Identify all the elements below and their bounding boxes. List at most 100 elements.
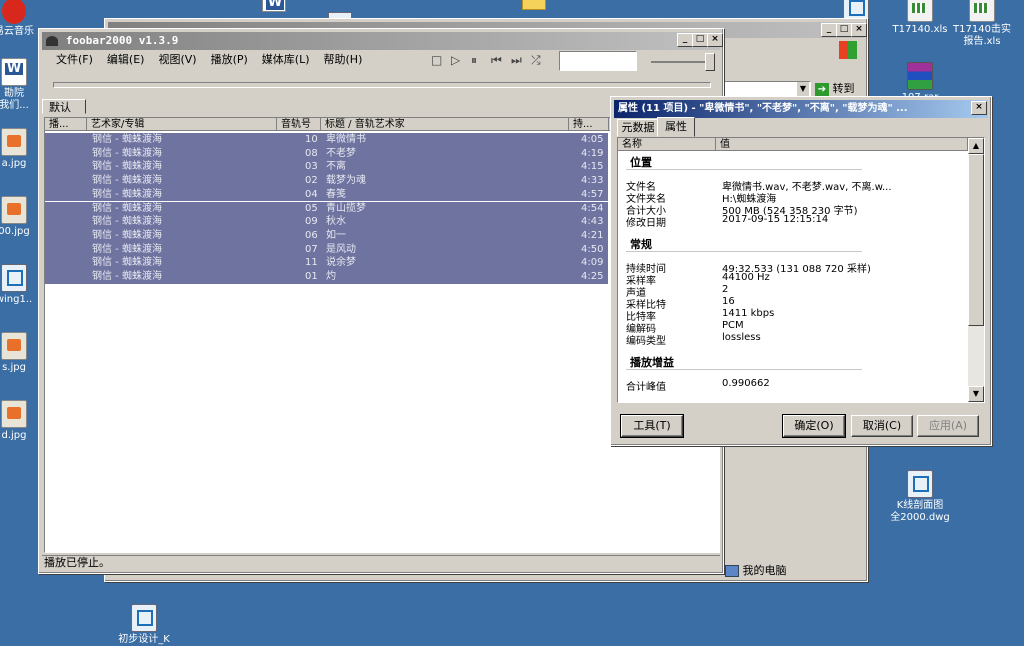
playlist-row[interactable]: 钢信 - 蜘蛛渡海 01 灼 4:25 <box>45 270 608 284</box>
cell-title: 如一 <box>326 229 346 241</box>
menu-file[interactable]: 文件(F) <box>49 51 100 69</box>
seek-bar[interactable] <box>53 82 711 88</box>
cell-title: 说余梦 <box>326 257 356 269</box>
tab-default[interactable]: 默认 <box>42 99 86 114</box>
playlist-row[interactable]: 钢信 - 蜘蛛渡海 05 青山揽梦 4:54 <box>45 201 608 216</box>
cell-track-number: 04 <box>305 188 318 200</box>
property-value[interactable]: 2 <box>722 284 728 295</box>
menu-edit[interactable]: 编辑(E) <box>100 51 152 69</box>
column-header-value[interactable]: 值 <box>716 138 968 151</box>
close-button[interactable]: × <box>851 23 867 37</box>
volume-slider[interactable] <box>649 51 715 71</box>
menu-playback[interactable]: 播放(P) <box>204 51 255 69</box>
playlist-row[interactable]: 钢信 - 蜘蛛渡海 10 卑微情书 4:05 <box>45 133 608 147</box>
music-icon <box>2 0 26 24</box>
section-divider <box>626 369 862 370</box>
cell-artist-album: 钢信 - 蜘蛛渡海 <box>92 134 162 145</box>
scroll-up-icon[interactable]: ▲ <box>968 138 984 154</box>
cell-artist-album: 钢信 - 蜘蛛渡海 <box>92 175 162 187</box>
playlist-row[interactable]: 钢信 - 蜘蛛渡海 08 不老梦 4:19 <box>45 146 608 161</box>
foobar-titlebar[interactable]: foobar2000 v1.3.9 <box>42 32 720 50</box>
explorer-scrollbar[interactable] <box>845 449 861 561</box>
excel-file-icon <box>907 0 933 22</box>
doc-top-icon[interactable] <box>262 0 286 12</box>
column-header-artist-album[interactable]: 艺术家/专辑 <box>87 118 277 131</box>
playlist-row[interactable]: 钢信 - 蜘蛛渡海 03 不离 4:15 <box>45 160 608 175</box>
maximize-button[interactable]: □ <box>836 23 852 37</box>
cell-duration: 4:57 <box>581 188 604 200</box>
properties-scrollbar[interactable]: ▲ ▼ <box>968 138 984 402</box>
xls-file-icon-2[interactable]: T17140击实 报告.xls <box>952 0 1012 48</box>
dwg-file-icon-3[interactable]: K线剖面图 全2000.dwg <box>886 470 954 524</box>
property-value[interactable]: PCM <box>722 320 744 331</box>
folder-top-icon[interactable] <box>522 0 546 10</box>
properties-list[interactable]: 名称 值 位置 文件名 卑微情书.wav, 不老梦.wav, 不离.w... 文件夹名… <box>617 137 985 403</box>
tab-properties[interactable]: 属性 <box>657 117 695 137</box>
playback-order-dropdown[interactable] <box>559 51 637 71</box>
ok-button[interactable]: 确定(O) <box>782 414 846 438</box>
cad-file-icon <box>1 264 27 292</box>
cell-track-number: 06 <box>305 229 318 241</box>
playlist-row[interactable]: 钢信 - 蜘蛛渡海 09 秋水 4:43 <box>45 215 608 229</box>
property-value[interactable]: 16 <box>722 296 735 307</box>
go-arrow-icon: ➔ <box>815 83 829 97</box>
cell-duration: 4:19 <box>581 147 604 159</box>
my-computer-icon <box>725 565 739 577</box>
play-icon[interactable]: ▷ <box>451 53 460 67</box>
apply-button[interactable]: 应用(A) <box>917 415 979 437</box>
column-header-title[interactable]: 标题 / 音轨艺术家 <box>321 118 569 131</box>
menu-view[interactable]: 视图(V) <box>151 51 203 69</box>
property-value[interactable]: lossless <box>722 332 761 343</box>
playlist-row[interactable]: 钢信 - 蜘蛛渡海 02 载梦为魂 4:33 <box>45 174 608 188</box>
cell-artist-album: 钢信 - 蜘蛛渡海 <box>92 147 162 159</box>
volume-thumb[interactable] <box>705 53 715 71</box>
cell-track-number: 09 <box>305 216 318 228</box>
address-dropdown-icon[interactable]: ▼ <box>797 82 809 96</box>
property-value[interactable]: 0.990662 <box>722 378 770 389</box>
cell-title: 青山揽梦 <box>326 202 366 214</box>
image-file-icon <box>1 400 27 428</box>
menu-help[interactable]: 帮助(H) <box>317 51 370 69</box>
playlist-row[interactable]: 钢信 - 蜘蛛渡海 07 是风动 4:50 <box>45 242 608 257</box>
playlist-row[interactable]: 钢信 - 蜘蛛渡海 06 如一 4:21 <box>45 228 608 243</box>
column-header-track[interactable]: 音轨号 <box>277 118 321 131</box>
playlist-row[interactable]: 钢信 - 蜘蛛渡海 04 春笺 4:57 <box>45 187 608 202</box>
section-divider <box>626 169 862 170</box>
minimize-button[interactable]: _ <box>677 33 693 47</box>
property-value[interactable]: 2017-09-15 12:15:14 <box>722 214 828 225</box>
cell-title: 是风动 <box>326 243 356 255</box>
property-value[interactable]: 1411 kbps <box>722 308 774 319</box>
playlist-row[interactable]: 钢信 - 蜘蛛渡海 11 说余梦 4:09 <box>45 256 608 270</box>
scroll-down-icon[interactable]: ▼ <box>968 386 984 402</box>
cancel-button[interactable]: 取消(C) <box>851 415 913 437</box>
section-title: 位置 <box>630 156 652 169</box>
property-value[interactable]: 44100 Hz <box>722 272 770 283</box>
column-header-name[interactable]: 名称 <box>618 138 716 151</box>
archive-file-icon <box>907 62 933 90</box>
dwg-file-icon-2[interactable]: 初步设计_K <box>112 604 176 646</box>
stop-icon[interactable]: □ <box>431 53 442 67</box>
close-button[interactable]: × <box>707 33 723 47</box>
minimize-button[interactable]: _ <box>821 23 837 37</box>
menu-library[interactable]: 媒体库(L) <box>255 51 317 69</box>
next-icon[interactable]: ⏭ <box>511 53 522 68</box>
cell-duration: 4:21 <box>581 229 604 241</box>
go-button[interactable]: ➔ 转到 <box>815 81 861 97</box>
tools-button[interactable]: 工具(T) <box>620 414 684 438</box>
column-header-playing[interactable]: 播... <box>45 118 87 131</box>
tab-metadata[interactable]: 元数据 <box>617 119 659 137</box>
xls-file-icon-1[interactable]: T17140.xls <box>890 0 950 36</box>
scroll-thumb[interactable] <box>968 154 984 326</box>
pause-icon[interactable]: ⏸ <box>471 53 477 68</box>
column-header-duration[interactable]: 持... <box>569 118 609 131</box>
random-icon[interactable]: ⤮ <box>531 53 541 68</box>
previous-icon[interactable]: ⏮ <box>491 53 502 68</box>
close-button[interactable]: × <box>971 101 987 115</box>
transport-toolbar: □ ▷ ⏸ ⏮ ⏭ ⤮ <box>427 53 557 69</box>
maximize-button[interactable]: □ <box>692 33 708 47</box>
properties-titlebar[interactable]: 属性 (11 项目) - "卑微情书", "不老梦", "不离", "载梦为魂"… <box>614 100 988 118</box>
cell-track-number: 07 <box>305 243 318 255</box>
properties-dialog[interactable]: 属性 (11 项目) - "卑微情书", "不老梦", "不离", "载梦为魂"… <box>610 96 992 446</box>
cell-title: 灼 <box>326 271 336 282</box>
volume-track <box>651 61 709 63</box>
